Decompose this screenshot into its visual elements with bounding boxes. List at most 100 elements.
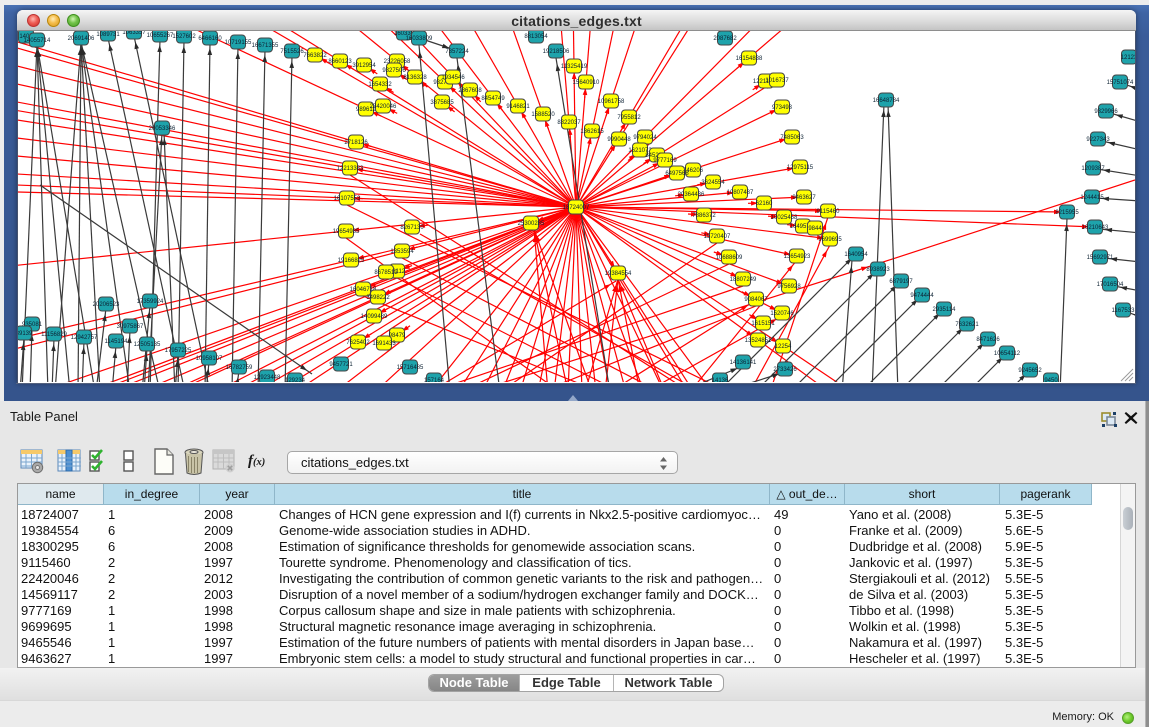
svg-text:20691406: 20691406 (68, 36, 95, 42)
svg-text:17957225: 17957225 (165, 348, 192, 354)
svg-text:1654332: 1654332 (368, 82, 392, 88)
svg-text:9794024: 9794024 (633, 135, 657, 141)
svg-text:11325419: 11325419 (561, 64, 588, 70)
svg-text:7625402: 7625402 (346, 340, 370, 346)
svg-text:8471626: 8471626 (976, 337, 1000, 343)
svg-text:1145194: 1145194 (105, 339, 129, 345)
svg-text:2087682: 2087682 (713, 36, 737, 42)
svg-text:16782759: 16782759 (226, 365, 253, 371)
svg-text:1691433: 1691433 (372, 341, 396, 347)
svg-text:2718126: 2718126 (344, 140, 368, 146)
svg-text:18807249: 18807249 (730, 277, 757, 283)
svg-text:10654112: 10654112 (994, 351, 1021, 357)
svg-text:20053346: 20053346 (149, 126, 176, 132)
svg-text:157164: 157164 (424, 378, 445, 382)
svg-text:3875685: 3875685 (430, 100, 454, 106)
svg-text:129234: 129234 (285, 378, 306, 382)
svg-text:7955812: 7955812 (617, 115, 641, 121)
svg-text:9844: 9844 (808, 226, 822, 232)
svg-text:19654935: 19654935 (333, 229, 360, 235)
svg-text:9474444: 9474444 (910, 293, 934, 299)
svg-text:8678512: 8678512 (374, 270, 398, 276)
svg-text:9699695: 9699695 (818, 237, 842, 243)
svg-text:3912954: 3912954 (352, 63, 376, 69)
svg-text:15716485: 15716485 (397, 365, 424, 371)
svg-text:9450: 9450 (1044, 378, 1058, 382)
svg-text:1063357: 1063357 (122, 31, 146, 36)
svg-text:14136141: 14136141 (730, 360, 757, 366)
svg-text:8267130: 8267130 (400, 225, 424, 231)
svg-text:2935114: 2935114 (933, 307, 957, 313)
svg-text:20206523: 20206523 (93, 302, 120, 308)
svg-text:1362615: 1362615 (580, 129, 604, 135)
svg-text:7485063: 7485063 (780, 135, 804, 141)
svg-text:19218506: 19218506 (543, 49, 570, 55)
svg-text:3624554: 3624554 (701, 180, 725, 186)
svg-text:12254: 12254 (775, 344, 792, 350)
svg-text:10958107: 10958107 (196, 356, 223, 362)
svg-text:8454749: 8454749 (481, 96, 505, 102)
svg-text:10688609: 10688609 (716, 255, 743, 261)
svg-text:1615151: 1615151 (751, 321, 775, 327)
svg-text:11156829: 11156829 (41, 332, 67, 338)
svg-text:1089731: 1089731 (96, 32, 120, 38)
svg-text:12505135: 12505135 (134, 342, 161, 348)
svg-text:15720407: 15720407 (704, 234, 731, 240)
svg-text:10655267: 10655267 (147, 33, 174, 39)
svg-text:10719155: 10719155 (225, 40, 252, 46)
svg-text:7515526: 7515526 (280, 49, 304, 55)
svg-text:15751074: 15751074 (1107, 80, 1134, 86)
svg-text:30975867: 30975867 (117, 324, 144, 330)
svg-text:17016504: 17016504 (1097, 282, 1124, 288)
svg-text:6879197: 6879197 (889, 279, 913, 285)
svg-text:8322037: 8322037 (557, 120, 581, 126)
svg-text:14136: 14136 (712, 378, 729, 382)
svg-text:7886372: 7886372 (692, 213, 716, 219)
svg-text:13654923: 13654923 (784, 254, 811, 260)
svg-text:12923448: 12923448 (254, 375, 281, 381)
svg-text:9115460: 9115460 (817, 209, 841, 215)
svg-text:62160: 62160 (756, 201, 773, 207)
svg-text:16154838: 16154838 (736, 56, 763, 62)
svg-text:7663822: 7663822 (303, 53, 327, 59)
svg-text:12123: 12123 (1121, 55, 1135, 61)
svg-text:12942757: 12942757 (71, 335, 98, 341)
svg-text:8813054: 8813054 (524, 34, 548, 40)
svg-text:1167533: 1167533 (1112, 308, 1135, 314)
svg-text:8136328: 8136328 (403, 75, 427, 81)
svg-text:1244415: 1244415 (1080, 195, 1104, 201)
svg-text:16033809: 16033809 (406, 36, 433, 42)
svg-text:16107553: 16107553 (334, 196, 361, 202)
svg-text:9327506: 9327506 (382, 68, 406, 74)
svg-text:6466160: 6466160 (198, 36, 222, 42)
svg-text:6497568: 6497568 (665, 171, 689, 177)
svg-text:19166825: 19166825 (338, 258, 365, 264)
svg-text:12213383: 12213383 (337, 166, 364, 172)
svg-text:9457721: 9457721 (329, 362, 353, 368)
svg-text:19384554: 19384554 (605, 271, 632, 277)
svg-text:1640954: 1640954 (844, 252, 868, 258)
svg-text:1520746: 1520746 (770, 311, 794, 317)
svg-text:15640910: 15640910 (573, 80, 600, 86)
svg-text:1527602: 1527602 (172, 34, 196, 40)
svg-text:9329966: 9329966 (1094, 109, 1118, 115)
svg-text:9990448: 9990448 (607, 137, 631, 143)
svg-text:14055714: 14055714 (24, 38, 51, 44)
svg-text:9777169: 9777169 (653, 158, 677, 164)
svg-text:1209387: 1209387 (1081, 166, 1105, 172)
svg-text:20364436: 20364436 (678, 192, 705, 198)
svg-text:9084067: 9084067 (744, 297, 768, 303)
svg-text:16648784: 16648784 (873, 98, 900, 104)
svg-text:18724007: 18724007 (563, 205, 590, 211)
svg-text:3498222: 3498222 (366, 295, 390, 301)
svg-text:17359924: 17359924 (137, 299, 164, 305)
svg-text:1934546: 1934546 (441, 75, 465, 81)
svg-text:10025458: 10025458 (771, 215, 798, 221)
svg-text:2733426: 2733426 (773, 367, 797, 373)
svg-text:14099489: 14099489 (361, 314, 388, 320)
svg-text:9756928: 9756928 (777, 284, 801, 290)
svg-text:973493: 973493 (772, 105, 793, 111)
svg-text:9245652: 9245652 (1018, 368, 1042, 374)
svg-text:8215955: 8215955 (1055, 210, 1079, 216)
svg-text:8938923: 8938923 (866, 267, 890, 273)
